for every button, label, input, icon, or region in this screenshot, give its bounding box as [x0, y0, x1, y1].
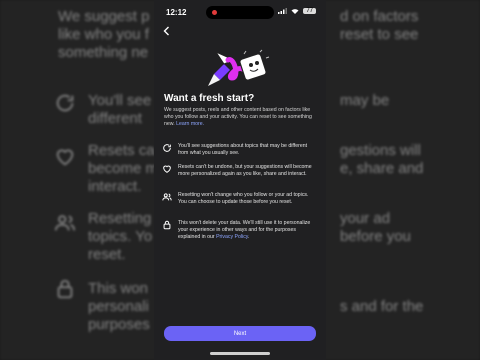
bg-heart-icon: [56, 149, 74, 166]
info-item-text: Resets can't be undone, but your suggest…: [178, 164, 312, 177]
signal-icon: [278, 8, 288, 14]
bg-text: This won: [88, 280, 149, 297]
bg-text: gestions will: [340, 142, 421, 159]
bg-text: Resets ca: [88, 142, 155, 159]
bg-text: d on factors: [340, 8, 419, 25]
home-indicator[interactable]: [210, 352, 270, 355]
phone-screen: 12:12 77 Want a fresh start? We suggest …: [154, 0, 326, 360]
page-title: Want a fresh start?: [164, 93, 255, 104]
bg-text: e, share and: [340, 160, 424, 177]
next-button[interactable]: Next: [164, 326, 316, 341]
bg-text: purposes: [88, 316, 150, 333]
privacy-policy-link[interactable]: Privacy Policy: [216, 234, 248, 240]
bg-refresh-icon: [56, 94, 74, 112]
info-item-text: You'll see suggestions about topics that…: [178, 143, 308, 156]
people-icon: [162, 193, 172, 201]
battery-indicator: 77: [303, 8, 316, 14]
dynamic-island: [206, 6, 274, 19]
bg-text: personali: [88, 298, 149, 315]
status-indicators: 77: [278, 8, 316, 14]
bg-text: reset to see: [340, 26, 419, 43]
learn-more-link[interactable]: Learn more.: [176, 121, 204, 127]
info-item-following: Resetting won't change who you follow or…: [162, 192, 318, 206]
info-item-topics: You'll see suggestions about topics that…: [162, 143, 318, 157]
bg-text: Resetting: [88, 210, 152, 227]
info-item-resets: Resets can't be undone, but your suggest…: [162, 164, 318, 178]
wifi-icon: [291, 9, 299, 14]
status-bar: 12:12 77: [154, 6, 326, 20]
fresh-start-illustration: [208, 49, 270, 86]
status-time: 12:12: [166, 8, 187, 17]
bg-text: your ad: [340, 210, 391, 227]
bg-text: different: [88, 110, 142, 127]
data-text-end: .: [248, 234, 250, 240]
bg-text: We suggest p: [58, 8, 150, 25]
info-item-text: This won't delete your data. We'll still…: [178, 220, 318, 241]
bg-text: You'll see: [88, 92, 152, 109]
heart-icon: [163, 165, 171, 173]
bg-text: like who you f: [58, 26, 149, 43]
bg-text: interact.: [88, 178, 142, 195]
recording-indicator-icon: [212, 10, 217, 15]
lock-icon: [163, 220, 171, 230]
intro-text: We suggest posts, reels and other conten…: [164, 107, 314, 128]
refresh-icon: [163, 144, 171, 152]
bg-text: topics. Yo: [88, 228, 153, 245]
info-item-data: This won't delete your data. We'll still…: [162, 220, 318, 241]
bg-text: reset.: [88, 246, 126, 263]
info-item-text: Resetting won't change who you follow or…: [178, 192, 309, 205]
bg-text: may be: [340, 92, 390, 109]
bg-text: become m: [88, 160, 159, 177]
bg-text: something ne: [58, 44, 149, 61]
bg-text: s and for the: [340, 298, 424, 315]
bg-lock-icon: [57, 279, 73, 299]
bg-text: before you: [340, 228, 411, 245]
back-chevron-icon[interactable]: [162, 26, 172, 36]
bg-people-icon: [54, 215, 76, 231]
